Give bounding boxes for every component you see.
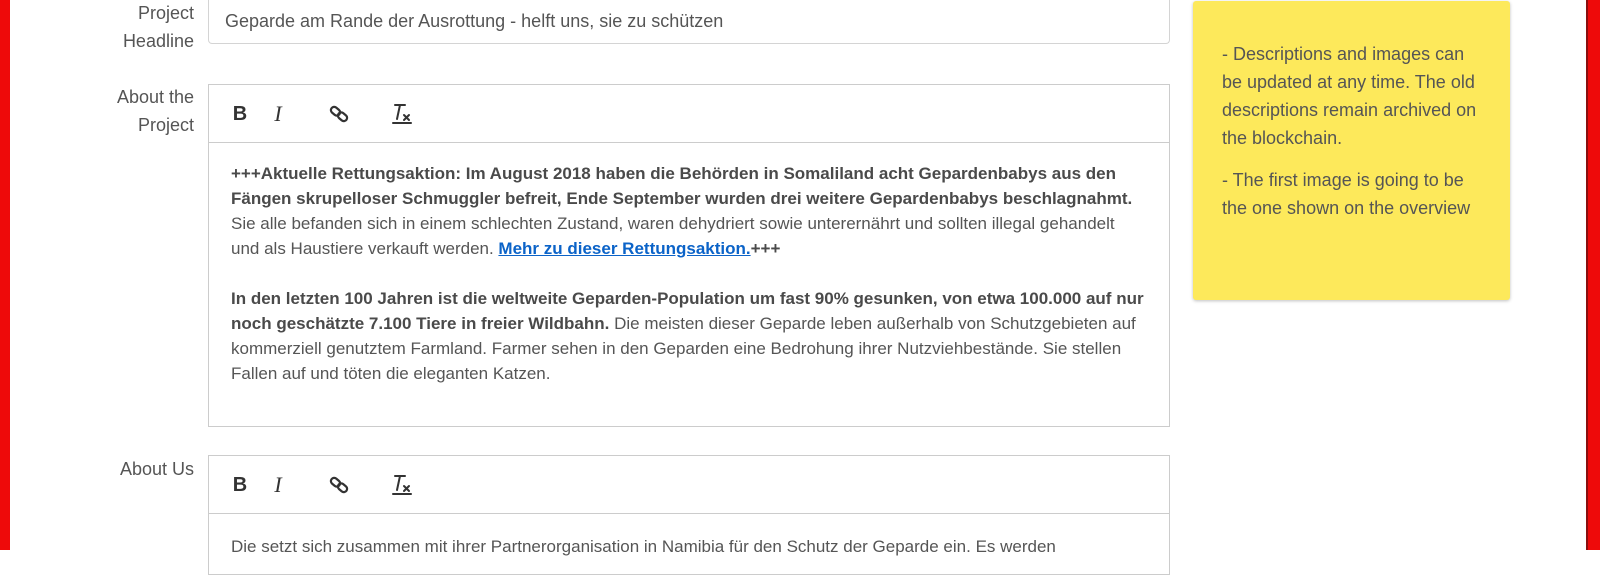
note-item: - Descriptions and images can be updated… — [1222, 44, 1477, 148]
link-icon — [329, 476, 349, 494]
about-us-editor[interactable]: B I Die setzt sich zusammen mit ihrer Pa… — [208, 455, 1170, 575]
about-us-content[interactable]: Die setzt sich zusammen mit ihrer Partne… — [209, 514, 1169, 559]
link-button[interactable] — [326, 472, 352, 498]
clear-format-icon — [392, 104, 412, 124]
info-note: - Descriptions and images can be updated… — [1193, 1, 1510, 300]
bold-button[interactable]: B — [227, 472, 253, 498]
about-us-toolbar: B I — [209, 456, 1169, 514]
clear-format-icon — [392, 475, 412, 495]
red-frame-right — [1588, 0, 1600, 550]
about-us-paragraph-1: Die setzt sich zusammen mit ihrer Partne… — [231, 537, 1056, 556]
about-project-content[interactable]: +++Aktuelle Rettungsaktion: Im August 20… — [209, 143, 1169, 386]
note-item: - The first image is going to be the one… — [1222, 170, 1471, 218]
bold-button[interactable]: B — [227, 101, 253, 127]
rescue-action-link[interactable]: Mehr zu dieser Rettungsaktion. — [498, 239, 750, 258]
clear-format-button[interactable] — [389, 101, 415, 127]
about-project-paragraph-2: In den letzten 100 Jahren ist die weltwe… — [231, 289, 1144, 383]
italic-button[interactable]: I — [265, 472, 291, 498]
italic-button[interactable]: I — [265, 101, 291, 127]
about-project-paragraph-1: +++Aktuelle Rettungsaktion: Im August 20… — [231, 164, 1133, 258]
link-icon — [329, 105, 349, 123]
project-headline-input[interactable] — [208, 0, 1170, 44]
about-project-toolbar: B I — [209, 85, 1169, 143]
red-frame-left — [0, 0, 10, 550]
link-button[interactable] — [326, 101, 352, 127]
about-project-label: About the Project — [116, 87, 194, 135]
clear-format-button[interactable] — [389, 472, 415, 498]
about-project-editor[interactable]: B I +++Aktuelle Rettungsaktion: Im Augus… — [208, 84, 1170, 427]
about-us-label: About Us — [119, 459, 194, 479]
project-headline-label: Project Headline — [122, 3, 194, 51]
